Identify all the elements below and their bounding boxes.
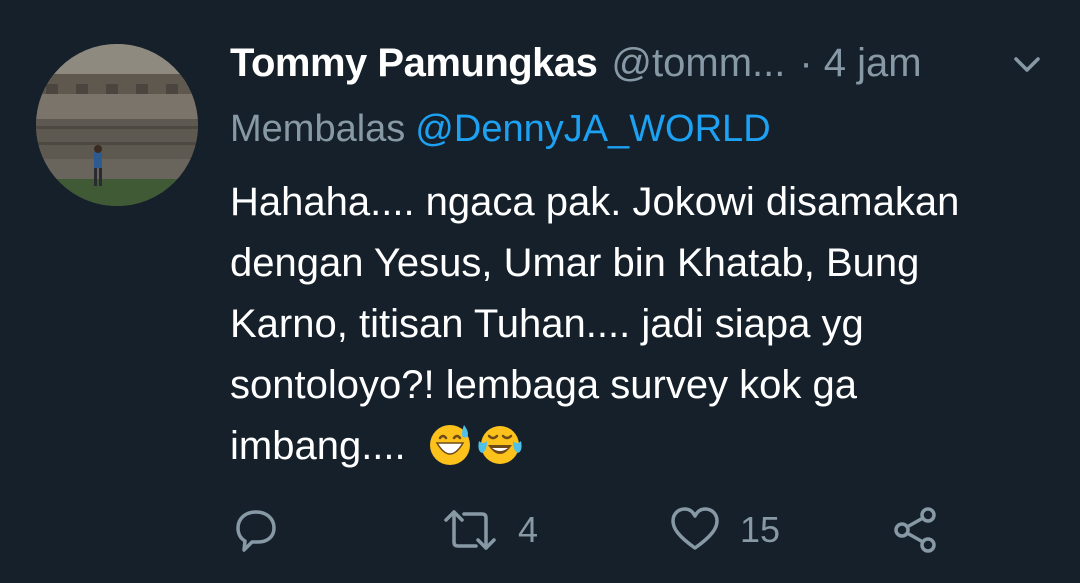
tweet-text-line: Karno, titisan Tuhan.... jadi siapa yg <box>230 302 864 346</box>
retweet-count: 4 <box>518 509 539 550</box>
retweet-icon <box>440 504 500 556</box>
share-icon <box>890 504 944 556</box>
chevron-down-icon[interactable] <box>1010 50 1044 80</box>
grinning-sweat-emoji <box>427 421 473 467</box>
tweet-time[interactable]: · 4 jam <box>799 41 921 86</box>
retweet-button[interactable]: 4 <box>440 500 538 560</box>
reply-target-link[interactable]: @DennyJA_WORLD <box>415 108 770 150</box>
tweet-actions: 4 15 <box>230 500 950 560</box>
like-count: 15 <box>740 509 781 550</box>
tears-of-joy-emoji <box>477 421 523 467</box>
tweet-text-line: sontoloyo?! lembaga survey kok ga <box>230 363 858 407</box>
author-name[interactable]: Tommy Pamungkas <box>230 41 598 86</box>
tweet-text-line: imbang.... <box>230 424 406 468</box>
tweet-text-line: Hahaha.... ngaca pak. Jokowi disamakan <box>230 180 960 224</box>
reply-button[interactable] <box>230 500 282 560</box>
tweet-text-last-line: imbang.... <box>230 416 1060 477</box>
share-button[interactable] <box>890 500 944 560</box>
author-handle[interactable]: @tomm... <box>611 41 785 86</box>
avatar[interactable] <box>36 44 198 206</box>
reply-context: Membalas @DennyJA_WORLD <box>230 108 771 151</box>
tweet-text: Hahaha.... ngaca pak. Jokowi disamakan d… <box>230 172 1060 477</box>
tweet-card[interactable]: Tommy Pamungkas @tomm... · 4 jam Membala… <box>0 0 1080 583</box>
reply-prefix: Membalas <box>230 108 406 150</box>
tweet-text-line: dengan Yesus, Umar bin Khatab, Bung <box>230 241 920 285</box>
heart-icon <box>668 504 722 556</box>
like-button[interactable]: 15 <box>668 500 780 560</box>
tweet-header: Tommy Pamungkas @tomm... · 4 jam <box>230 38 1060 88</box>
reply-icon <box>230 504 282 556</box>
